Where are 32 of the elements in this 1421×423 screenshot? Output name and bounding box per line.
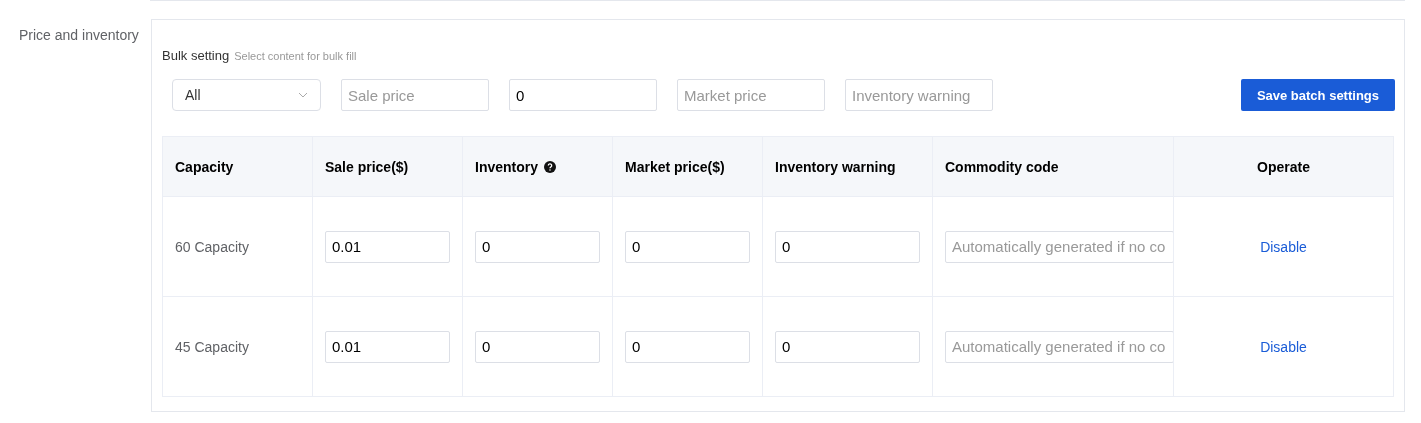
input-field[interactable]: 0 bbox=[775, 230, 920, 263]
input-field[interactable]: Automatically generated if no co bbox=[945, 330, 1173, 363]
table-cell: 60 Capacity bbox=[162, 196, 313, 297]
disable-link[interactable]: Disable bbox=[1260, 338, 1307, 355]
input-field[interactable]: 0.01 bbox=[325, 330, 450, 363]
hint-text: Select content for bulk fill bbox=[234, 50, 357, 62]
column-header: Inventory warning bbox=[762, 136, 933, 197]
column-header: Sale price($) bbox=[312, 136, 463, 197]
input-field[interactable]: 0 bbox=[625, 230, 750, 263]
input-field[interactable]: Inventory warning bbox=[845, 79, 993, 111]
input-field[interactable]: 0 bbox=[625, 330, 750, 363]
input-field[interactable]: Sale price bbox=[341, 79, 489, 111]
section-title: Bulk setting bbox=[162, 48, 230, 63]
input-field[interactable]: 0 bbox=[475, 330, 600, 363]
input-field[interactable]: Market price bbox=[677, 79, 825, 111]
field-label: Price and inventory bbox=[18, 26, 140, 45]
column-header: Capacity bbox=[162, 136, 313, 197]
disable-link[interactable]: Disable bbox=[1260, 238, 1307, 255]
input-field[interactable]: 0 bbox=[509, 79, 657, 111]
chevron-down-icon bbox=[298, 92, 308, 98]
select-dropdown[interactable]: All bbox=[172, 79, 321, 111]
column-header: Commodity code bbox=[932, 136, 1174, 197]
table-cell: 45 Capacity bbox=[162, 296, 313, 397]
help-icon[interactable] bbox=[544, 160, 556, 173]
input-field[interactable]: 0 bbox=[775, 330, 920, 363]
input-field[interactable]: 0 bbox=[475, 230, 600, 263]
input-field[interactable]: Automatically generated if no co bbox=[945, 230, 1173, 263]
column-header: Operate bbox=[1173, 136, 1394, 197]
save-batch-button[interactable]: Save batch settings bbox=[1240, 79, 1395, 111]
column-header: Market price($) bbox=[612, 136, 763, 197]
column-header: Inventory bbox=[475, 158, 538, 175]
input-field[interactable]: 0.01 bbox=[325, 230, 450, 263]
